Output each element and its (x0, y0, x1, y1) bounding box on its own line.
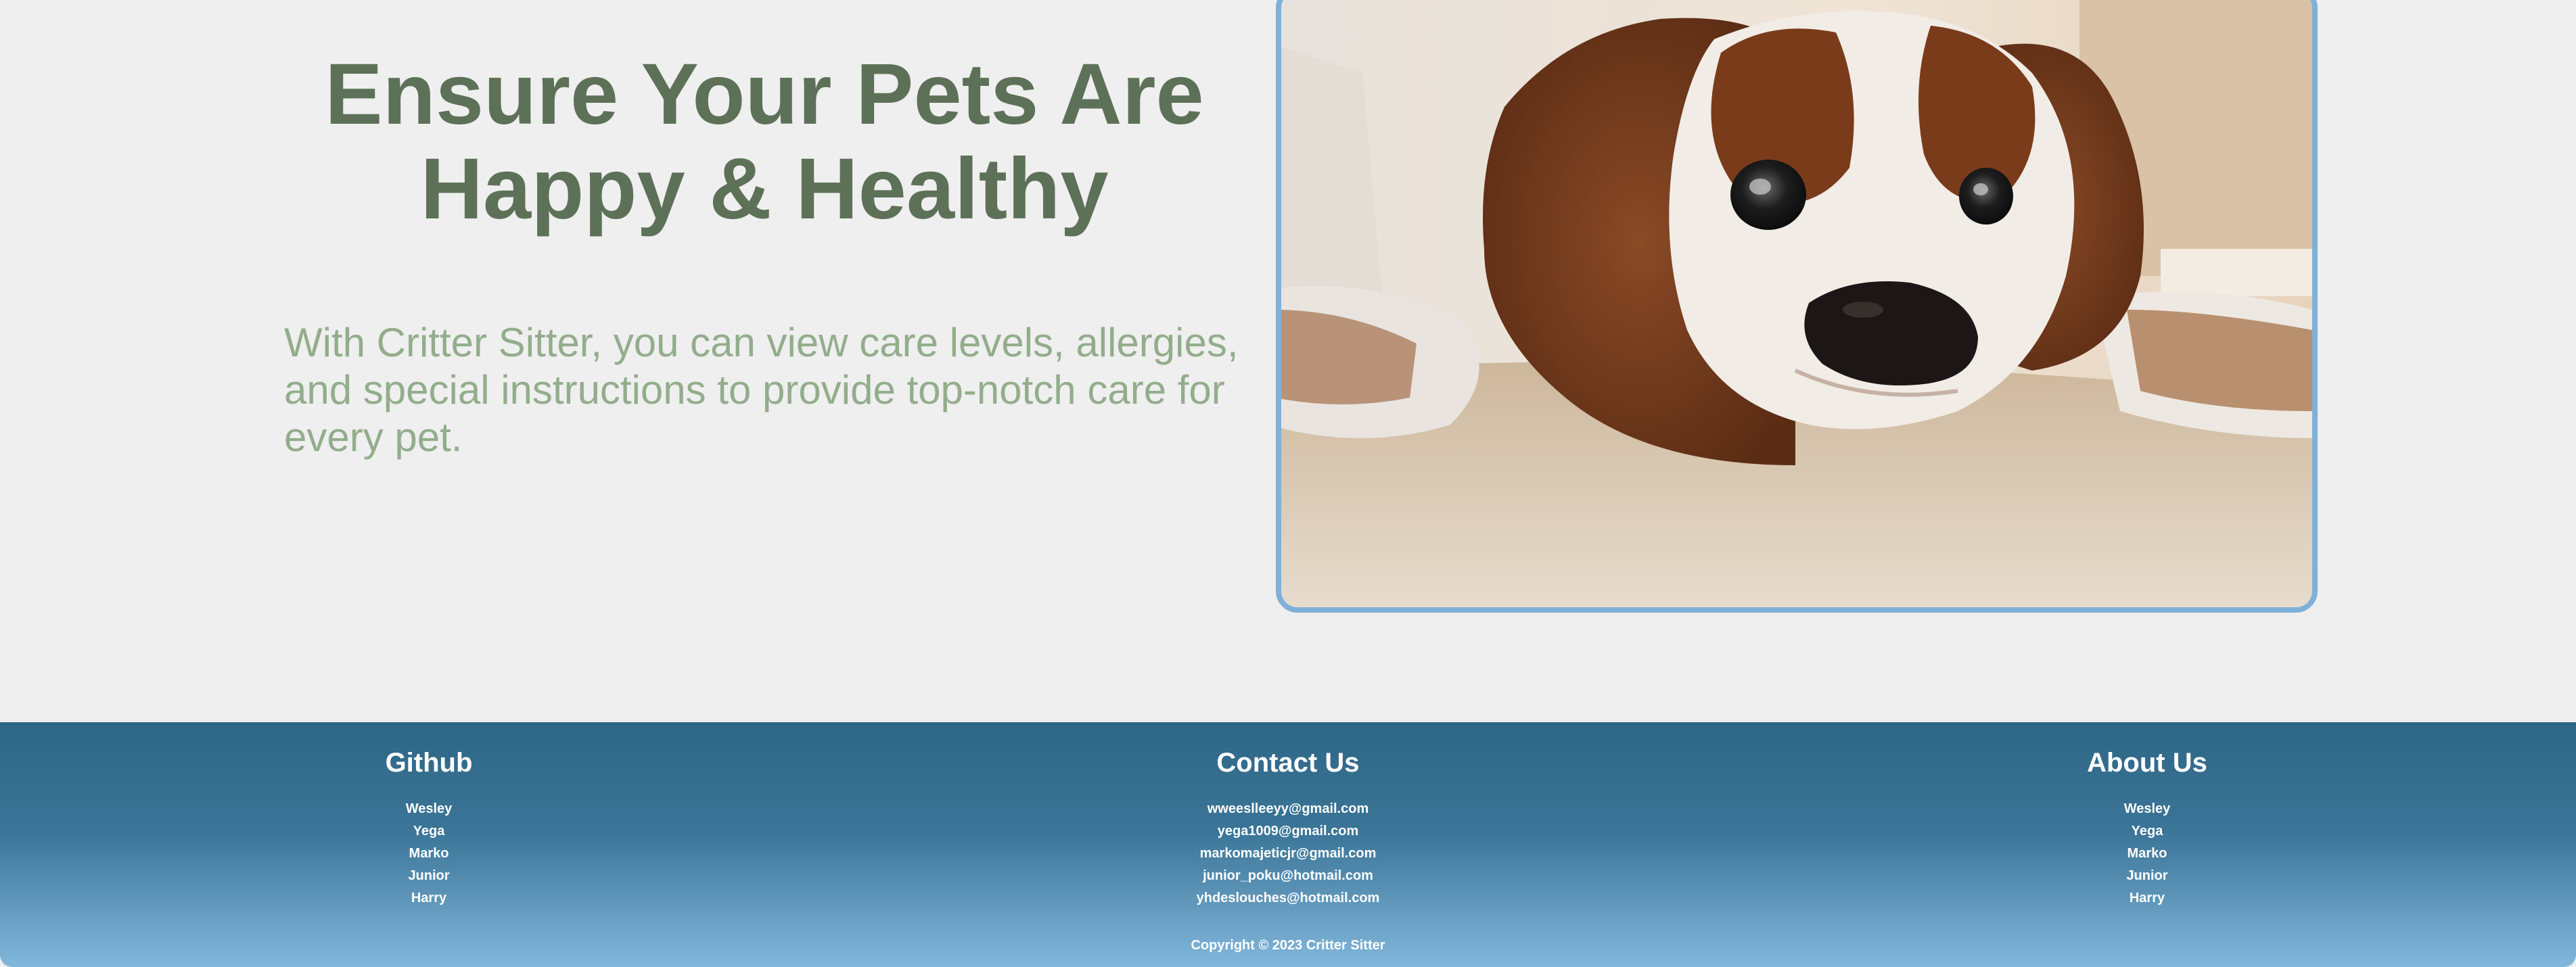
footer-about-link[interactable]: Yega (2012, 820, 2282, 843)
footer-github-link[interactable]: Junior (294, 865, 564, 887)
footer-about-column: About Us Wesley Yega Marko Junior Harry (2012, 747, 2282, 910)
footer-contact-email[interactable]: markomajeticjr@gmail.com (1119, 843, 1457, 865)
hero-text: Ensure Your Pets Are Happy & Healthy Wit… (284, 47, 1245, 461)
footer-github-link[interactable]: Marko (294, 843, 564, 865)
footer-contact-email[interactable]: junior_poku@hotmail.com (1119, 865, 1457, 887)
footer: Github Wesley Yega Marko Junior Harry Co… (0, 722, 2576, 967)
footer-github-link[interactable]: Harry (294, 887, 564, 910)
footer-about-link[interactable]: Wesley (2012, 798, 2282, 820)
footer-github-heading: Github (385, 748, 473, 778)
footer-about-heading: About Us (2087, 748, 2207, 778)
copyright-text: Copyright © 2023 Critter Sitter (1191, 938, 1385, 953)
footer-contact-heading: Contact Us (1216, 748, 1360, 778)
footer-github-link[interactable]: Yega (294, 820, 564, 843)
footer-contact-list: wweeslleeyy@gmail.com yega1009@gmail.com… (1119, 798, 1457, 910)
hero-title: Ensure Your Pets Are Happy & Healthy (284, 47, 1245, 237)
footer-github-list: Wesley Yega Marko Junior Harry (294, 798, 564, 910)
footer-about-link[interactable]: Marko (2012, 843, 2282, 865)
footer-about-link[interactable]: Harry (2012, 887, 2282, 910)
footer-contact-email[interactable]: yhdeslouches@hotmail.com (1119, 887, 1457, 910)
hero-title-line-1: Ensure Your Pets Are (325, 46, 1204, 143)
footer-contact-email[interactable]: yega1009@gmail.com (1119, 820, 1457, 843)
footer-about-link[interactable]: Junior (2012, 865, 2282, 887)
footer-contact-column: Contact Us wweeslleeyy@gmail.com yega100… (1119, 747, 1457, 910)
hero-subtitle: With Critter Sitter, you can view care l… (284, 320, 1239, 460)
page: Ensure Your Pets Are Happy & Healthy Wit… (0, 0, 2576, 967)
hero-title-line-2: Happy & Healthy (420, 141, 1109, 237)
dog-photo-illustration (1281, 0, 2312, 607)
footer-contact-email[interactable]: wweeslleeyy@gmail.com (1119, 798, 1457, 820)
hero-section: Ensure Your Pets Are Happy & Healthy Wit… (0, 0, 2576, 722)
footer-about-list: Wesley Yega Marko Junior Harry (2012, 798, 2282, 910)
dog-photo (1276, 0, 2318, 613)
footer-github-link[interactable]: Wesley (294, 798, 564, 820)
footer-github-column: Github Wesley Yega Marko Junior Harry (294, 747, 564, 910)
